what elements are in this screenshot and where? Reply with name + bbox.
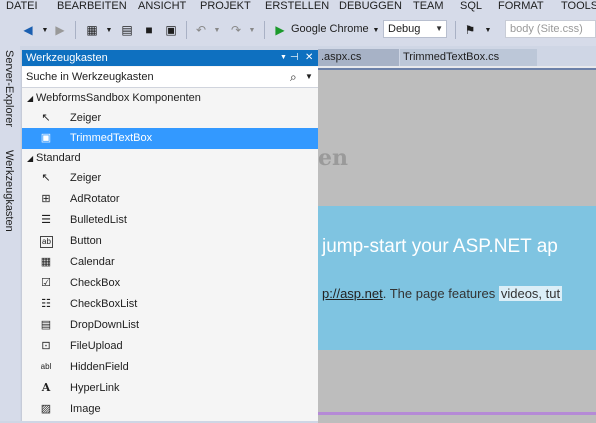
pointer-icon: ↖	[41, 112, 51, 124]
search-options-icon[interactable]: ▼	[305, 67, 313, 87]
toolbox-tab[interactable]: Werkzeugkasten	[3, 150, 15, 232]
hero-heading: jump-start your ASP.NET ap	[322, 236, 558, 257]
window-position-icon[interactable]: ▼	[280, 50, 287, 66]
forward-icon[interactable]: ▶	[52, 22, 68, 38]
menu-projekt[interactable]: PROJEKT	[200, 0, 251, 12]
new-dropdown-icon[interactable]: ▼	[101, 22, 117, 38]
find-icon[interactable]: ⚑	[462, 22, 478, 38]
toolbox-item-hyperlink[interactable]: A HyperLink	[22, 378, 319, 399]
pin-icon[interactable]: ⊣	[290, 50, 299, 66]
menu-datei[interactable]: DATEI	[6, 0, 38, 12]
checkbox-icon: ☑	[41, 277, 51, 289]
hyperlink-icon: A	[41, 381, 51, 394]
menu-sql[interactable]: SQL	[460, 0, 482, 12]
design-surface[interactable]: en jump-start your ASP.NET ap p://asp.ne…	[318, 68, 596, 423]
purple-divider	[318, 412, 596, 415]
hidden-field-icon: abl	[40, 362, 52, 371]
adrotator-icon: ⊞	[41, 193, 51, 205]
toolbox-item-adrotator[interactable]: ⊞ AdRotator	[22, 189, 319, 210]
menu-tools[interactable]: TOOLS	[561, 0, 596, 12]
back-dropdown-icon[interactable]: ▼	[37, 22, 53, 38]
hero-highlight: videos, tut	[498, 286, 563, 301]
menu-ansicht[interactable]: ANSICHT	[138, 0, 186, 12]
toolbox-item-zeiger[interactable]: ↖ Zeiger	[22, 108, 319, 129]
group-header-webforms[interactable]: ◢ WebformsSandbox Komponenten	[22, 88, 319, 109]
open-file-icon[interactable]: ▤	[119, 22, 135, 38]
side-tab-strip: Server-Explorer Werkzeugkasten	[0, 46, 20, 421]
config-dropdown-icon: ▼	[435, 24, 443, 33]
toolbox-panel: Werkzeugkasten ▼ ⊣ ✕ Suche in Werkzeugka…	[21, 50, 319, 421]
collapse-icon: ◢	[27, 154, 34, 163]
menu-debuggen[interactable]: DEBUGGEN	[339, 0, 402, 12]
menu-bar: DATEI BEARBEITEN ANSICHT PROJEKT ERSTELL…	[0, 0, 596, 14]
file-upload-icon: ⊡	[41, 340, 51, 352]
checkbox-list-icon: ☷	[41, 298, 51, 310]
redo-dropdown-icon[interactable]: ▼	[244, 22, 260, 38]
search-icon[interactable]: ⌕	[290, 67, 297, 87]
toolbox-item-dropdownlist[interactable]: ▤ DropDownList	[22, 315, 319, 336]
server-explorer-tab[interactable]: Server-Explorer	[3, 50, 15, 127]
image-icon: ▨	[40, 403, 52, 415]
toolbox-item-bulletedlist[interactable]: ☰ BulletedList	[22, 210, 319, 231]
hero-text-body: . The page features	[382, 286, 499, 301]
dropdown-list-icon: ▤	[40, 319, 52, 331]
undo-dropdown-icon[interactable]: ▼	[209, 22, 225, 38]
hero-text: p://asp.net. The page features videos, t…	[322, 286, 563, 301]
toolbar: ◀ ▼ ▶ ▦ ▼ ▤ ■ ▣ ↶ ▼ ↷ ▼ ▶ Google Chrome …	[0, 14, 596, 46]
back-icon[interactable]: ◀	[20, 22, 36, 38]
toolbox-item-checkboxlist[interactable]: ☷ CheckBoxList	[22, 294, 319, 315]
run-icon[interactable]: ▶	[272, 22, 288, 38]
toolbox-search[interactable]: Suche in Werkzeugkasten ⌕ ▼	[22, 67, 319, 88]
save-all-icon[interactable]: ▣	[163, 22, 179, 38]
new-project-icon[interactable]: ▦	[84, 22, 100, 38]
toolbox-title-bar: Werkzeugkasten ▼ ⊣ ✕	[22, 50, 319, 66]
menu-bearbeiten[interactable]: BEARBEITEN	[57, 0, 127, 12]
pointer-icon: ↖	[41, 172, 51, 184]
toolbox-item-button[interactable]: ab Button	[22, 231, 319, 252]
bulleted-list-icon: ☰	[41, 214, 51, 226]
collapse-icon: ◢	[27, 94, 34, 103]
group-header-standard[interactable]: ◢ Standard	[22, 148, 319, 169]
save-icon[interactable]: ■	[141, 22, 157, 38]
toolbox-item-trimmedtextbox[interactable]: ▣ TrimmedTextBox	[22, 128, 319, 149]
menu-format[interactable]: FORMAT	[498, 0, 544, 12]
menu-team[interactable]: TEAM	[413, 0, 444, 12]
tab-trimmedtextbox-cs[interactable]: TrimmedTextBox.cs	[400, 49, 537, 66]
editor-area: .aspx.cs TrimmedTextBox.cs en jump-start…	[318, 46, 596, 423]
toolbox-item-fileupload[interactable]: ⊡ FileUpload	[22, 336, 319, 357]
config-select[interactable]: Debug ▼	[383, 20, 447, 38]
toolbox-title: Werkzeugkasten	[26, 52, 108, 64]
toolbox-search-input[interactable]: Suche in Werkzeugkasten	[26, 67, 154, 87]
css-target-select[interactable]: body (Site.css)	[505, 20, 596, 38]
hero-section: jump-start your ASP.NET ap p://asp.net. …	[318, 206, 596, 350]
hero-link[interactable]: p://asp.net	[322, 286, 383, 301]
css-target-value: body (Site.css)	[510, 23, 583, 35]
redo-icon[interactable]: ↷	[228, 22, 244, 38]
undo-icon[interactable]: ↶	[193, 22, 209, 38]
toolbox-item-image[interactable]: ▨ Image	[22, 399, 319, 420]
menu-erstellen[interactable]: ERSTELLEN	[265, 0, 329, 12]
toolbar-overflow-icon[interactable]: ▼	[480, 22, 496, 38]
document-tabs: .aspx.cs TrimmedTextBox.cs	[318, 46, 596, 66]
toolbox-item-calendar[interactable]: ▦ Calendar	[22, 252, 319, 273]
page-heading: en	[318, 145, 348, 171]
toolbox-item-zeiger[interactable]: ↖ Zeiger	[22, 168, 319, 189]
toolbox-item-checkbox[interactable]: ☑ CheckBox	[22, 273, 319, 294]
close-icon[interactable]: ✕	[305, 50, 313, 66]
button-icon: ab	[40, 236, 53, 248]
toolbox-item-hiddenfield[interactable]: abl HiddenField	[22, 357, 319, 378]
tab-aspx-cs[interactable]: .aspx.cs	[318, 49, 399, 66]
run-target-label[interactable]: Google Chrome	[291, 23, 369, 35]
run-target-dropdown-icon[interactable]: ▼	[368, 22, 384, 38]
config-value: Debug	[388, 23, 421, 35]
calendar-icon: ▦	[40, 256, 52, 268]
component-icon: ▣	[40, 132, 52, 144]
